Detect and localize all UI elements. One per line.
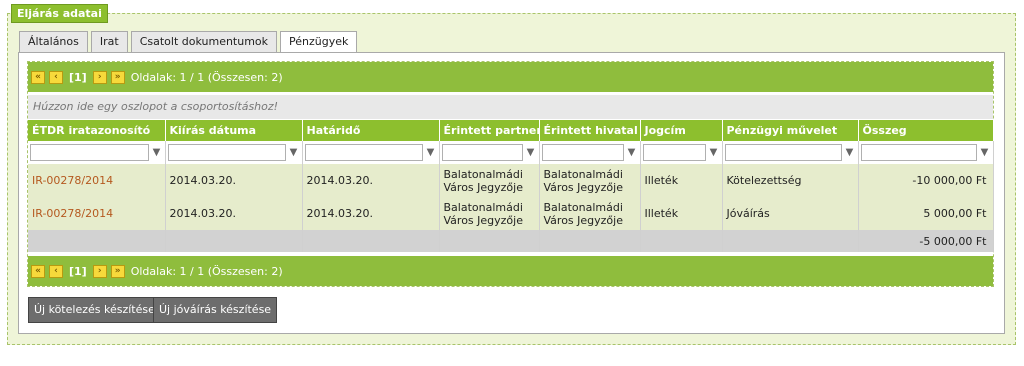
fieldset-legend: Eljárás adatai [11,4,108,23]
filter-input-title[interactable] [642,144,706,161]
document-id-link[interactable]: IR-00278/2014 [32,207,113,220]
cell-deadline: 2014.03.20. [302,197,440,230]
cell-partner: Balatonalmádi Város Jegyzője [439,164,540,197]
prev-page-icon[interactable]: ‹ [49,70,63,84]
column-header-operation[interactable]: Pénzügyi művelet [722,120,859,141]
filter-cell: ▼ [302,141,440,164]
cell-issue-date: 2014.03.20. [165,197,303,230]
pager-top: « ‹ [1] › » Oldalak: 1 / 1 (Összesen: 2) [28,62,993,92]
pager-info: Oldalak: 1 / 1 (Összesen: 2) [130,264,283,278]
cell-issue-date: 2014.03.20. [165,164,303,197]
filter-icon[interactable]: ▼ [708,146,720,160]
filter-input-partner[interactable] [441,144,523,161]
tab-attached-documents[interactable]: Csatolt dokumentumok [130,31,278,52]
filter-icon[interactable]: ▼ [844,146,856,160]
filter-input-operation[interactable] [724,144,842,161]
first-page-icon[interactable]: « [31,70,45,84]
column-header-office[interactable]: Érintett hivatal [539,120,641,141]
tab-bar: Általános Irat Csatolt dokumentumok Pénz… [19,31,360,53]
filter-icon[interactable]: ▼ [979,146,991,160]
document-id-link[interactable]: IR-00278/2014 [32,174,113,187]
filter-icon[interactable]: ▼ [425,146,437,160]
group-drop-zone[interactable]: Húzzon ide egy oszlopot a csoportosításh… [28,95,993,119]
cell-title: Illeték [640,164,723,197]
cell-office: Balatonalmádi Város Jegyzője [539,164,641,197]
pager-bottom: « ‹ [1] › » Oldalak: 1 / 1 (Összesen: 2) [28,256,993,286]
filter-cell: ▼ [640,141,723,164]
last-page-icon[interactable]: » [110,70,125,84]
tab-general[interactable]: Általános [19,31,88,52]
column-header-amount[interactable]: Összeg [858,120,994,141]
filter-input-deadline[interactable] [304,144,423,161]
prev-page-icon[interactable]: ‹ [49,264,63,278]
current-page[interactable]: [1] [69,265,87,278]
cell-amount: -10 000,00 Ft [858,164,994,197]
filter-cell: ▼ [722,141,859,164]
cell-amount: 5 000,00 Ft [858,197,994,230]
cell-id: IR-00278/2014 [28,197,166,230]
filter-cell: ▼ [28,141,166,164]
current-page[interactable]: [1] [69,71,87,84]
cell-id: IR-00278/2014 [28,164,166,197]
cell-deadline: 2014.03.20. [302,164,440,197]
next-page-icon[interactable]: › [92,70,107,84]
cell-office: Balatonalmádi Város Jegyzője [539,197,641,230]
cell-partner: Balatonalmádi Város Jegyzője [439,197,540,230]
header-row: ÉTDR iratazonosító Kiírás dátuma Határid… [28,120,994,141]
first-page-icon[interactable]: « [31,264,45,278]
filter-icon[interactable]: ▼ [151,146,163,160]
cell-operation: Kötelezettség [722,164,859,197]
filter-input-id[interactable] [30,144,149,161]
filter-icon[interactable]: ▼ [626,146,638,160]
filter-cell: ▼ [439,141,540,164]
cell-title: Illeték [640,197,723,230]
filter-icon[interactable]: ▼ [288,146,300,160]
tab-document[interactable]: Irat [90,31,128,52]
next-page-icon[interactable]: › [92,264,107,278]
cell-operation: Jóváírás [722,197,859,230]
filter-input-office[interactable] [541,144,624,161]
filter-cell: ▼ [165,141,303,164]
pager-info: Oldalak: 1 / 1 (Összesen: 2) [130,70,283,84]
finance-table: ÉTDR iratazonosító Kiírás dátuma Határid… [28,120,994,252]
last-page-icon[interactable]: » [110,264,125,278]
tab-finances[interactable]: Pénzügyek [280,31,358,53]
total-amount: -5 000,00 Ft [858,230,994,252]
filter-cell: ▼ [858,141,994,164]
table-row[interactable]: IR-00278/2014 2014.03.20. 2014.03.20. Ba… [28,197,994,230]
filter-icon[interactable]: ▼ [525,146,537,160]
summary-row: -5 000,00 Ft [28,230,994,252]
column-header-deadline[interactable]: Határidő [302,120,440,141]
column-header-title[interactable]: Jogcím [640,120,723,141]
filter-cell: ▼ [539,141,641,164]
column-header-issue-date[interactable]: Kiírás dátuma [165,120,303,141]
new-obligation-button[interactable]: Új kötelezés készítése [28,297,161,323]
new-credit-button[interactable]: Új jóváírás készítése [153,297,278,323]
filter-input-amount[interactable] [860,144,977,161]
filter-input-issue-date[interactable] [167,144,286,161]
column-header-partner[interactable]: Érintett partner [439,120,540,141]
column-header-id[interactable]: ÉTDR iratazonosító [28,120,166,141]
table-row[interactable]: IR-00278/2014 2014.03.20. 2014.03.20. Ba… [28,164,994,197]
filter-row: ▼ ▼ ▼ ▼ ▼ ▼ ▼ ▼ [28,141,994,164]
